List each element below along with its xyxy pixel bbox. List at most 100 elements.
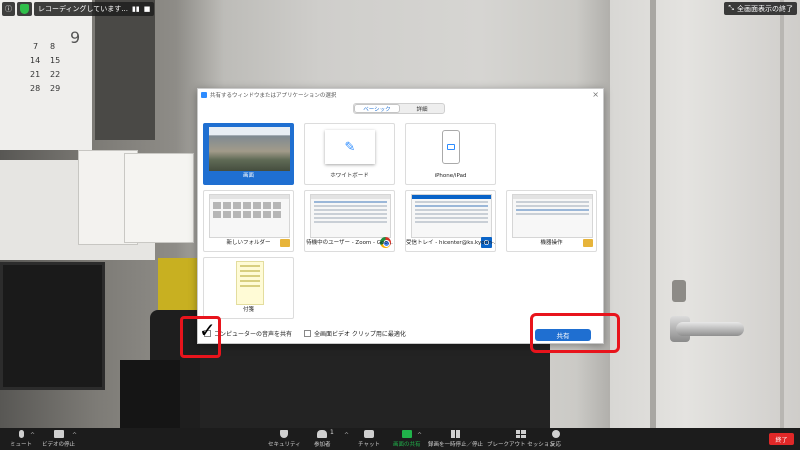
pause-recording-icon[interactable]: ▮▮ [132,5,140,13]
tile-iphone-ipad[interactable]: iPhone/iPad [405,123,496,185]
optimize-video-checkbox[interactable] [304,330,312,337]
video-camera-icon [53,430,64,438]
participants-icon [317,430,328,438]
record-controls-button[interactable]: 録画を一時停止／停止 [428,430,483,448]
chevron-up-icon[interactable]: ^ [72,432,77,439]
wall-calendar: 9 7 8 14 15 21 22 28 29 [0,0,92,150]
encryption-shield-icon[interactable] [17,2,32,16]
calendar-day: 28 [30,84,41,93]
tile-label: 画面 [242,173,254,179]
tile-label: 付箋 [242,307,254,313]
door-lock-plate [672,280,686,302]
share-window-dialog: 共有するウィンドウまたはアプリケーションの選択 × ベーシック 詳細 画面 ✎ … [197,88,604,344]
chevron-up-icon[interactable]: ^ [30,432,35,439]
end-meeting-button[interactable]: 終了 [769,433,794,445]
tab-advanced[interactable]: 詳細 [400,104,444,113]
tile-window-outlook-inbox[interactable]: O 受信トレイ - hicenter@ks.kyorin-... [405,190,496,252]
breakout-rooms-button[interactable]: ブレークアウト セッション [487,430,555,448]
desk-monitor [0,262,105,390]
share-screen-label: 画面の共有 [393,442,421,448]
tile-window-device-ops[interactable]: 機器操作 [506,190,597,252]
tile-label: 新しいフォルダー [226,240,271,246]
chevron-up-icon[interactable]: ^ [417,432,422,439]
participant-count: 1 [330,429,334,436]
shield-icon [280,430,289,438]
exit-fullscreen-button[interactable]: ⤡ 全画面表示の終了 [724,2,797,15]
zoom-logo-icon [201,92,207,98]
window-thumbnail [411,194,492,238]
window-thumbnail [209,194,290,238]
breakout-rooms-icon [515,430,526,438]
tile-whiteboard[interactable]: ✎ ホワイトボード [304,123,395,185]
iphone-icon [442,130,460,164]
pause-stop-recording-icon [450,430,461,438]
door-handle [676,322,744,336]
chevron-up-icon[interactable]: ^ [344,432,349,439]
tile-label: iPhone/iPad [434,173,467,179]
breakout-label: ブレークアウト セッション [487,442,555,448]
smiley-icon [551,430,560,438]
window-thumbnail [310,194,391,238]
tile-label: 機器操作 [540,240,563,246]
microphone-icon [18,430,24,438]
security-label: セキュリティ [268,442,301,448]
recording-indicator: レコーディングしています... ▮▮ ■ [34,2,155,16]
highlight-box-share [530,313,620,353]
mute-button[interactable]: ミュート [10,430,32,448]
reactions-button[interactable]: 反応 [550,430,561,448]
door-frame [650,0,656,428]
calendar-day: 22 [50,70,61,79]
tile-window-sticky-notes[interactable]: 付箋 [203,257,294,319]
dialog-titlebar: 共有するウィンドウまたはアプリケーションの選択 [201,91,336,99]
door-panel [610,0,800,428]
recording-text: レコーディングしています... [38,5,128,13]
stop-video-button[interactable]: ビデオの停止 [42,430,75,448]
close-icon[interactable]: × [592,90,599,99]
chat-icon [363,430,374,438]
meeting-status-bar: ⓘ レコーディングしています... ▮▮ ■ [2,2,155,16]
tile-screen[interactable]: 画面 [203,123,294,185]
monitor-stand [120,360,180,428]
optimize-video-label: 全画面ビデオ クリップ用に最適化 [314,331,406,338]
exit-fullscreen-label: 全画面表示の終了 [737,4,793,13]
calendar-month: 9 [70,28,81,47]
participants-label: 参加者 [314,442,331,448]
tile-label: 待機中のユーザー - Zoom - Goo... [306,240,393,246]
share-screen-icon [401,430,412,438]
screen-thumbnail [209,127,290,171]
record-label: 録画を一時停止／停止 [428,442,484,448]
stop-video-label: ビデオの停止 [42,442,76,448]
security-button[interactable]: セキュリティ [268,430,301,448]
tile-label: 受信トレイ - hicenter@ks.kyorin-... [406,240,495,246]
tile-window-new-folder[interactable]: 新しいフォルダー [203,190,294,252]
meeting-toolbar: ミュート ^ ビデオの停止 ^ セキュリティ 参加者 1 ^ チャット 画面の共… [0,428,800,450]
calendar-day: 8 [50,42,56,51]
sticky-note-thumbnail [236,261,264,305]
share-options-row: コンピューターの音声を共有 全画面ビデオ クリップ用に最適化 [204,329,406,338]
chat-label: チャット [358,442,380,448]
meeting-info-icon[interactable]: ⓘ [2,2,15,16]
tile-label: ホワイトボード [330,173,369,179]
calendar-day: 14 [30,56,41,65]
whiteboard-icon: ✎ [325,130,375,164]
tab-switcher: ベーシック 詳細 [353,103,445,114]
door-frame [780,0,784,428]
participants-button[interactable]: 参加者 [314,430,331,448]
checkmark-icon: ✓ [199,318,216,342]
share-audio-label: コンピューターの音声を共有 [214,331,293,338]
calendar-day: 21 [30,70,41,79]
stop-recording-icon[interactable]: ■ [144,5,151,13]
calendar-day: 15 [50,56,61,65]
dark-shelf [95,0,155,140]
calendar-day: 29 [50,84,61,93]
reactions-label: 反応 [550,442,562,448]
posted-paper [124,153,194,243]
tab-basic[interactable]: ベーシック [354,104,400,113]
chat-button[interactable]: チャット [358,430,380,448]
dialog-title: 共有するウィンドウまたはアプリケーションの選択 [210,93,337,99]
desk-shadow [200,342,550,428]
calendar-day: 7 [33,42,39,51]
window-thumbnail [512,194,593,238]
tile-window-zoom-chrome[interactable]: 待機中のユーザー - Zoom - Goo... [304,190,395,252]
exit-fullscreen-icon: ⤡ [728,4,734,12]
